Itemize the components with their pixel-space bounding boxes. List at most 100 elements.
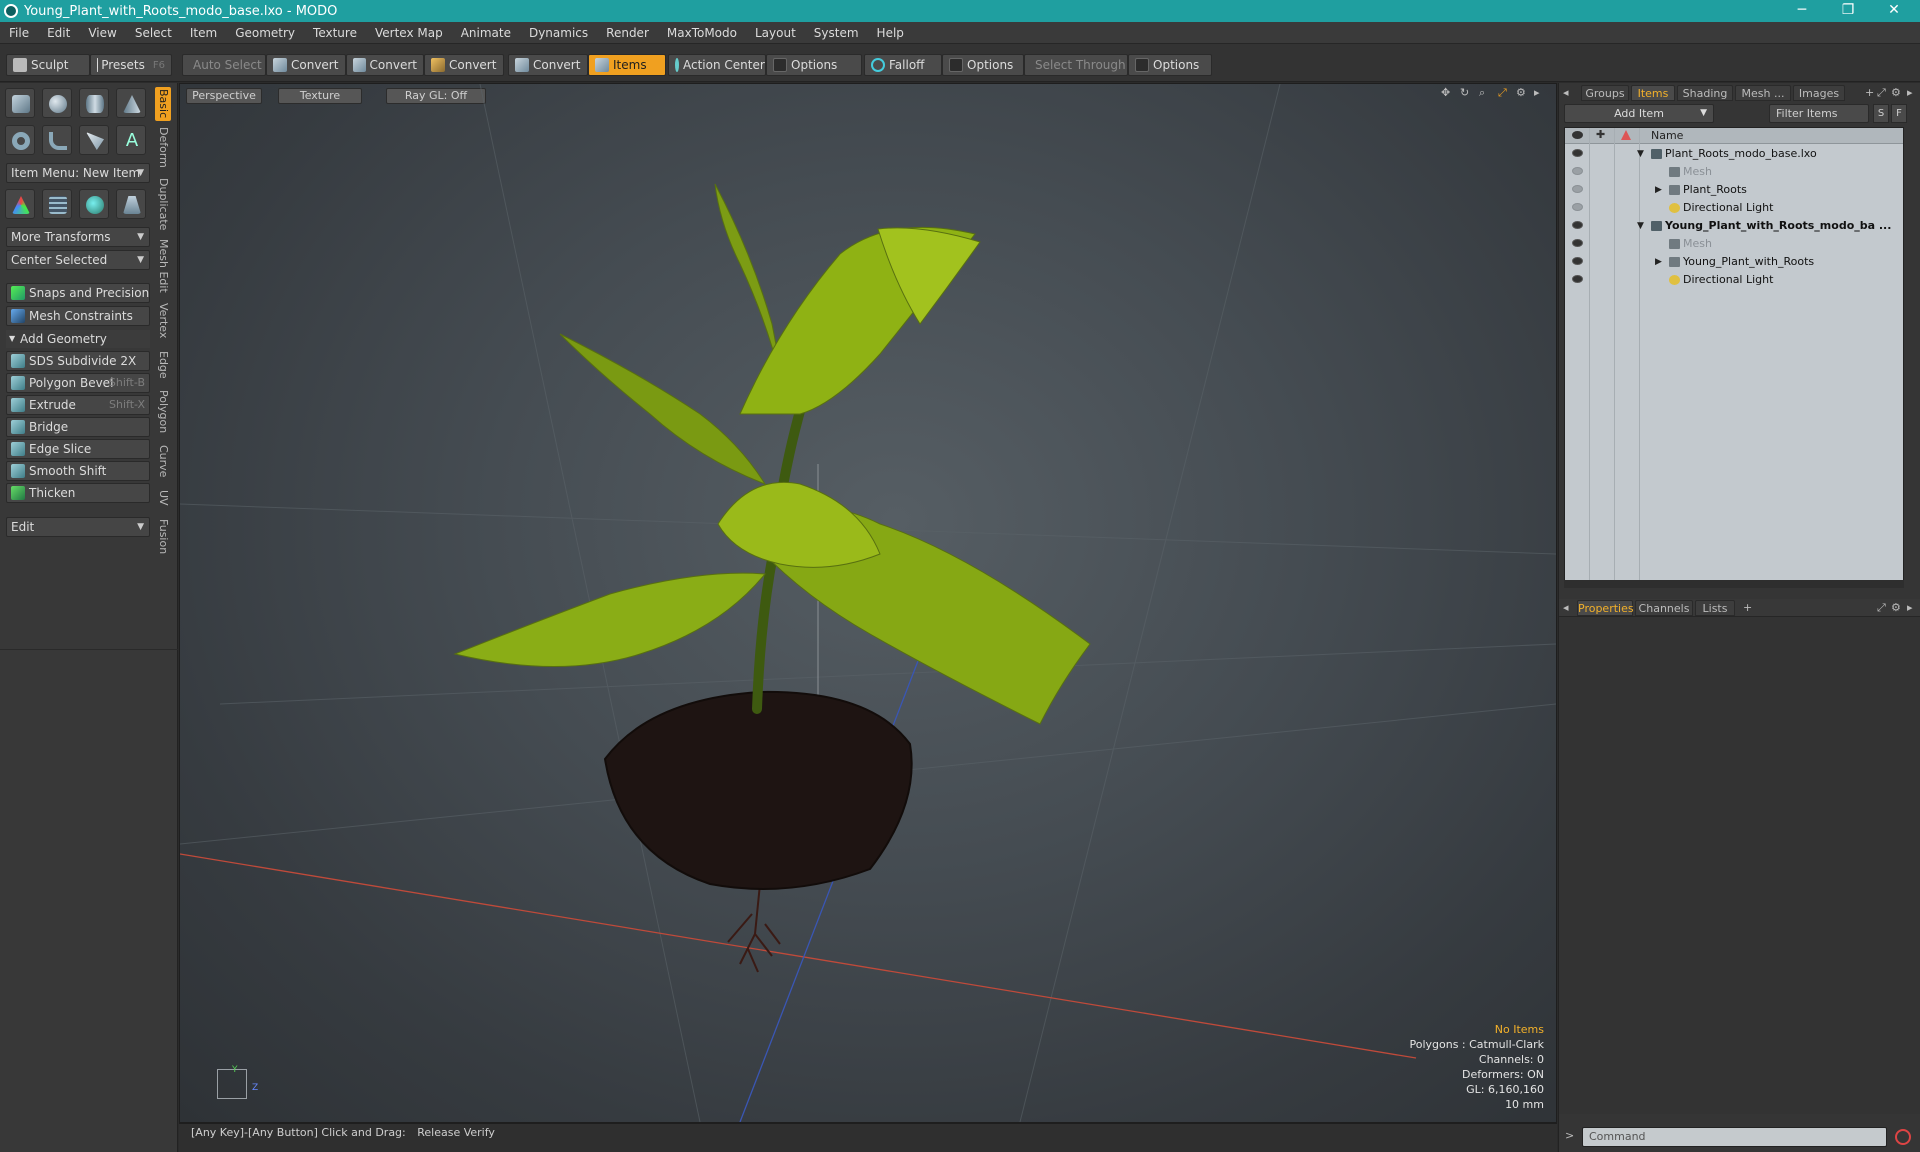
tree-row[interactable]: Mesh xyxy=(1565,163,1905,181)
snaps-precision-button[interactable]: Snaps and Precision xyxy=(6,283,150,303)
tab-vertex[interactable]: Vertex xyxy=(155,299,171,343)
item-menu-dropdown[interactable]: Item Menu: New Item ▼ xyxy=(6,163,150,183)
panel-menu-icon[interactable]: ◂ xyxy=(1563,86,1569,99)
chevron-right-icon[interactable]: ▶ xyxy=(1655,253,1662,271)
menu-vertex-map[interactable]: Vertex Map xyxy=(366,22,452,44)
tab-properties[interactable]: Properties xyxy=(1577,600,1634,616)
convert-edges-button[interactable]: Convert xyxy=(346,54,424,76)
close-button[interactable]: ✕ xyxy=(1872,0,1916,22)
tube-tool[interactable] xyxy=(42,125,72,155)
menu-texture[interactable]: Texture xyxy=(304,22,366,44)
menu-geometry[interactable]: Geometry xyxy=(226,22,304,44)
add-item-button[interactable]: Add Item ▼ xyxy=(1564,104,1714,123)
select-through-button[interactable]: Select Through xyxy=(1024,54,1128,76)
eye-icon[interactable] xyxy=(1572,203,1583,211)
cone-tool[interactable] xyxy=(116,88,146,118)
gear-icon[interactable]: ⚙ xyxy=(1891,601,1901,614)
items-mode-button[interactable]: Items xyxy=(588,54,666,76)
expand-icon[interactable]: ⤢ xyxy=(1877,601,1886,615)
bridge-button[interactable]: Bridge xyxy=(6,417,150,437)
convert-polygons-button[interactable]: Convert xyxy=(424,54,504,76)
tab-basic[interactable]: Basic xyxy=(155,87,171,121)
cube-tool[interactable] xyxy=(5,88,35,118)
tab-mesh-edit[interactable]: Mesh Edit xyxy=(155,237,171,295)
presets-button[interactable]: Presets F6 xyxy=(90,54,172,76)
grid-tool[interactable] xyxy=(42,189,72,219)
transform-tool[interactable] xyxy=(5,189,35,219)
panel-menu-icon[interactable]: ◂ xyxy=(1563,601,1569,614)
expand-icon[interactable]: ⤢ xyxy=(1877,86,1886,100)
menu-dynamics[interactable]: Dynamics xyxy=(520,22,597,44)
menu-view[interactable]: View xyxy=(79,22,125,44)
chevron-down-icon[interactable]: ▼ xyxy=(1637,217,1644,235)
record-icon[interactable] xyxy=(1895,1129,1911,1145)
gear-icon[interactable]: ⚙ xyxy=(1891,86,1901,99)
menu-animate[interactable]: Animate xyxy=(452,22,520,44)
menu-file[interactable]: File xyxy=(0,22,38,44)
tree-row[interactable]: ▼ Young_Plant_with_Roots_modo_ba ... xyxy=(1565,217,1905,235)
falloff-button[interactable]: Falloff xyxy=(864,54,942,76)
menu-system[interactable]: System xyxy=(805,22,868,44)
falloff-options-button[interactable]: Options xyxy=(942,54,1024,76)
sculpt-button[interactable]: Sculpt xyxy=(6,54,90,76)
tree-row[interactable]: Directional Light xyxy=(1565,271,1905,289)
filter-s-button[interactable]: S xyxy=(1873,104,1889,123)
extrude-button[interactable]: Extrude Shift-X xyxy=(6,395,150,415)
eye-icon[interactable] xyxy=(1572,167,1583,175)
menu-item[interactable]: Item xyxy=(181,22,226,44)
edge-slice-button[interactable]: Edge Slice xyxy=(6,439,150,459)
sds-subdivide-button[interactable]: SDS Subdivide 2X xyxy=(6,351,150,371)
tab-duplicate[interactable]: Duplicate xyxy=(155,175,171,233)
action-center-button[interactable]: Action Center xyxy=(668,54,766,76)
tab-lists[interactable]: Lists xyxy=(1695,600,1735,616)
select-through-options-button[interactable]: Options xyxy=(1128,54,1212,76)
plane-tool[interactable] xyxy=(116,189,146,219)
smooth-shift-button[interactable]: Smooth Shift xyxy=(6,461,150,481)
eye-icon[interactable] xyxy=(1572,221,1583,229)
thicken-button[interactable]: Thicken xyxy=(6,483,150,503)
chevron-right-icon[interactable]: ▸ xyxy=(1907,601,1913,614)
eye-icon[interactable] xyxy=(1572,257,1583,265)
auto-select-button[interactable]: Auto Select xyxy=(182,54,266,76)
3d-viewport[interactable]: Perspective Texture Ray GL: Off ✥ ↻ ⌕ ⤢ … xyxy=(179,83,1557,1123)
chevron-down-icon[interactable]: ▼ xyxy=(1637,145,1644,163)
convert-vertices-button[interactable]: Convert xyxy=(266,54,346,76)
cylinder-tool[interactable] xyxy=(79,88,109,118)
eye-icon[interactable] xyxy=(1572,275,1583,283)
center-selected-dropdown[interactable]: Center Selected ▼ xyxy=(6,250,150,270)
menu-maxtomodo[interactable]: MaxToModo xyxy=(658,22,746,44)
chevron-right-icon[interactable]: ▶ xyxy=(1655,181,1662,199)
menu-layout[interactable]: Layout xyxy=(746,22,805,44)
more-transforms-dropdown[interactable]: More Transforms ▼ xyxy=(6,227,150,247)
tab-channels[interactable]: Channels xyxy=(1635,600,1693,616)
tree-scrollbar[interactable] xyxy=(1564,580,1904,588)
tab-deform[interactable]: Deform xyxy=(155,125,171,169)
text-tool[interactable]: A xyxy=(116,125,146,155)
pen-tool[interactable] xyxy=(79,125,109,155)
tab-groups[interactable]: Groups xyxy=(1581,85,1629,101)
torus-tool[interactable] xyxy=(5,125,35,155)
edit-dropdown[interactable]: Edit ▼ xyxy=(6,517,150,537)
add-tab-icon[interactable]: + xyxy=(1865,86,1874,99)
minimize-button[interactable]: ─ xyxy=(1780,0,1824,22)
eye-icon[interactable] xyxy=(1572,185,1583,193)
tab-fusion[interactable]: Fusion xyxy=(155,515,171,559)
tree-row[interactable]: ▼ Plant_Roots_modo_base.lxo xyxy=(1565,145,1905,163)
menu-render[interactable]: Render xyxy=(597,22,658,44)
polygon-bevel-button[interactable]: Polygon Bevel Shift-B xyxy=(6,373,150,393)
mesh-constraints-button[interactable]: Mesh Constraints xyxy=(6,306,150,326)
add-tab-icon[interactable]: + xyxy=(1743,601,1752,614)
sphere-tool[interactable] xyxy=(42,88,72,118)
menu-help[interactable]: Help xyxy=(868,22,913,44)
convert-materials-button[interactable]: Convert xyxy=(508,54,588,76)
eye-icon[interactable] xyxy=(1572,239,1583,247)
tab-mesh[interactable]: Mesh ... xyxy=(1735,85,1791,101)
menu-edit[interactable]: Edit xyxy=(38,22,79,44)
add-geometry-header[interactable]: ▼ Add Geometry xyxy=(6,330,150,348)
tab-curve[interactable]: Curve xyxy=(155,441,171,481)
filter-items-input[interactable]: Filter Items xyxy=(1769,104,1869,123)
menu-select[interactable]: Select xyxy=(126,22,181,44)
tree-row[interactable]: ▶ Young_Plant_with_Roots xyxy=(1565,253,1905,271)
tab-images[interactable]: Images xyxy=(1793,85,1845,101)
eye-icon[interactable] xyxy=(1572,149,1583,157)
